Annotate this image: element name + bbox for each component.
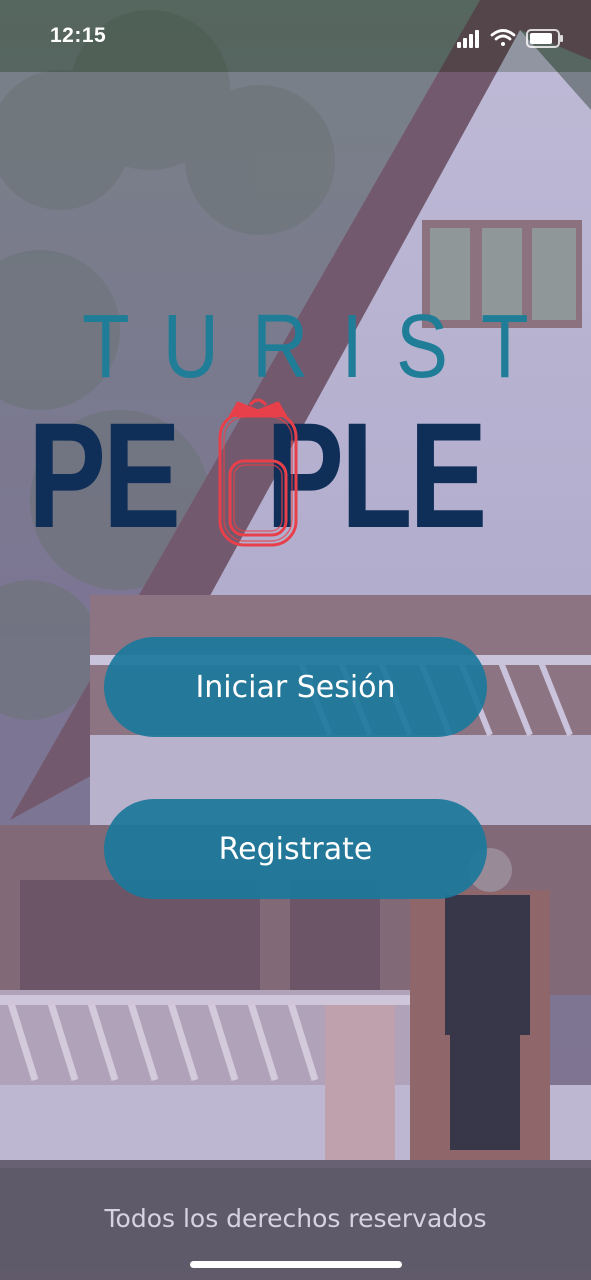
logo-turist-text: TURIST (82, 295, 562, 397)
battery-icon (526, 29, 563, 48)
copyright-text: Todos los derechos reservados (104, 1204, 487, 1233)
register-button[interactable]: Registrate (104, 799, 487, 899)
welcome-screen: 12:15 TURIST PE PLE Iniciar Sesión Regis… (0, 0, 591, 1280)
home-indicator[interactable] (190, 1261, 402, 1268)
status-icons (457, 29, 563, 48)
logo-people-prefix: PE (28, 391, 181, 559)
wifi-icon (490, 29, 516, 46)
turist-people-logo: TURIST PE PLE (0, 290, 591, 590)
status-time: 12:15 (50, 24, 107, 47)
login-button[interactable]: Iniciar Sesión (104, 637, 487, 737)
backpack-icon (218, 398, 298, 547)
signal-icon (457, 30, 479, 48)
logo-people: PE PLE (28, 390, 588, 580)
status-bar: 12:15 (0, 0, 591, 72)
